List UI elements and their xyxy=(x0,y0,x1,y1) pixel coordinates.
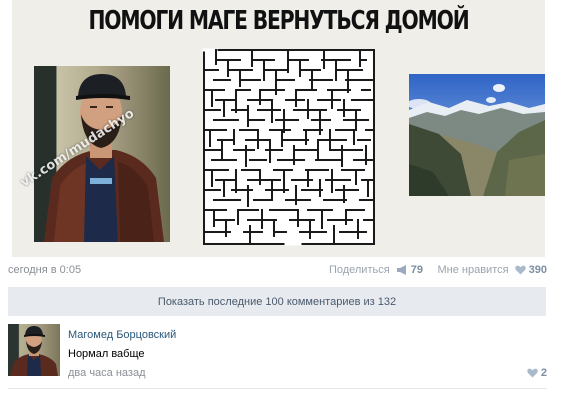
avatar[interactable] xyxy=(8,324,60,376)
show-comments-label: Показать последние 100 комментариев из 1… xyxy=(157,295,397,308)
meme-title: ПОМОГИ МАГЕ ВЕРНУТЬСЯ ДОМОЙ xyxy=(88,6,469,36)
comment-text: Нормал вабще xyxy=(68,348,145,360)
comment-like-count: 2 xyxy=(540,367,547,379)
post-footer: сегодня в 0:05 Поделиться 79 Мне нравитс… xyxy=(8,264,547,278)
comment-time[interactable]: два часа назад xyxy=(68,367,145,379)
post-date[interactable]: сегодня в 0:05 xyxy=(8,264,81,276)
share-button[interactable]: Поделиться 79 xyxy=(329,264,423,276)
mountain-photo xyxy=(409,74,545,196)
comment-like-button[interactable]: 2 xyxy=(527,367,547,379)
like-label: Мне нравится xyxy=(437,264,509,276)
like-button[interactable]: Мне нравится 390 xyxy=(437,264,547,276)
post-image[interactable]: ПОМОГИ МАГЕ ВЕРНУТЬСЯ ДОМОЙ vk.com/mudac… xyxy=(12,0,545,257)
like-count: 390 xyxy=(528,264,547,276)
maze xyxy=(200,46,378,248)
show-comments-button[interactable]: Показать последние 100 комментариев из 1… xyxy=(8,287,546,316)
share-count: 79 xyxy=(410,264,423,276)
share-label: Поделиться xyxy=(328,264,390,276)
heart-icon xyxy=(514,265,526,275)
megaphone-icon xyxy=(396,265,406,275)
divider xyxy=(8,388,547,389)
comment: Магомед Борцовский Нормал вабще два часа… xyxy=(8,324,547,380)
comment-author[interactable]: Магомед Борцовский xyxy=(68,329,176,341)
heart-icon xyxy=(527,368,538,378)
